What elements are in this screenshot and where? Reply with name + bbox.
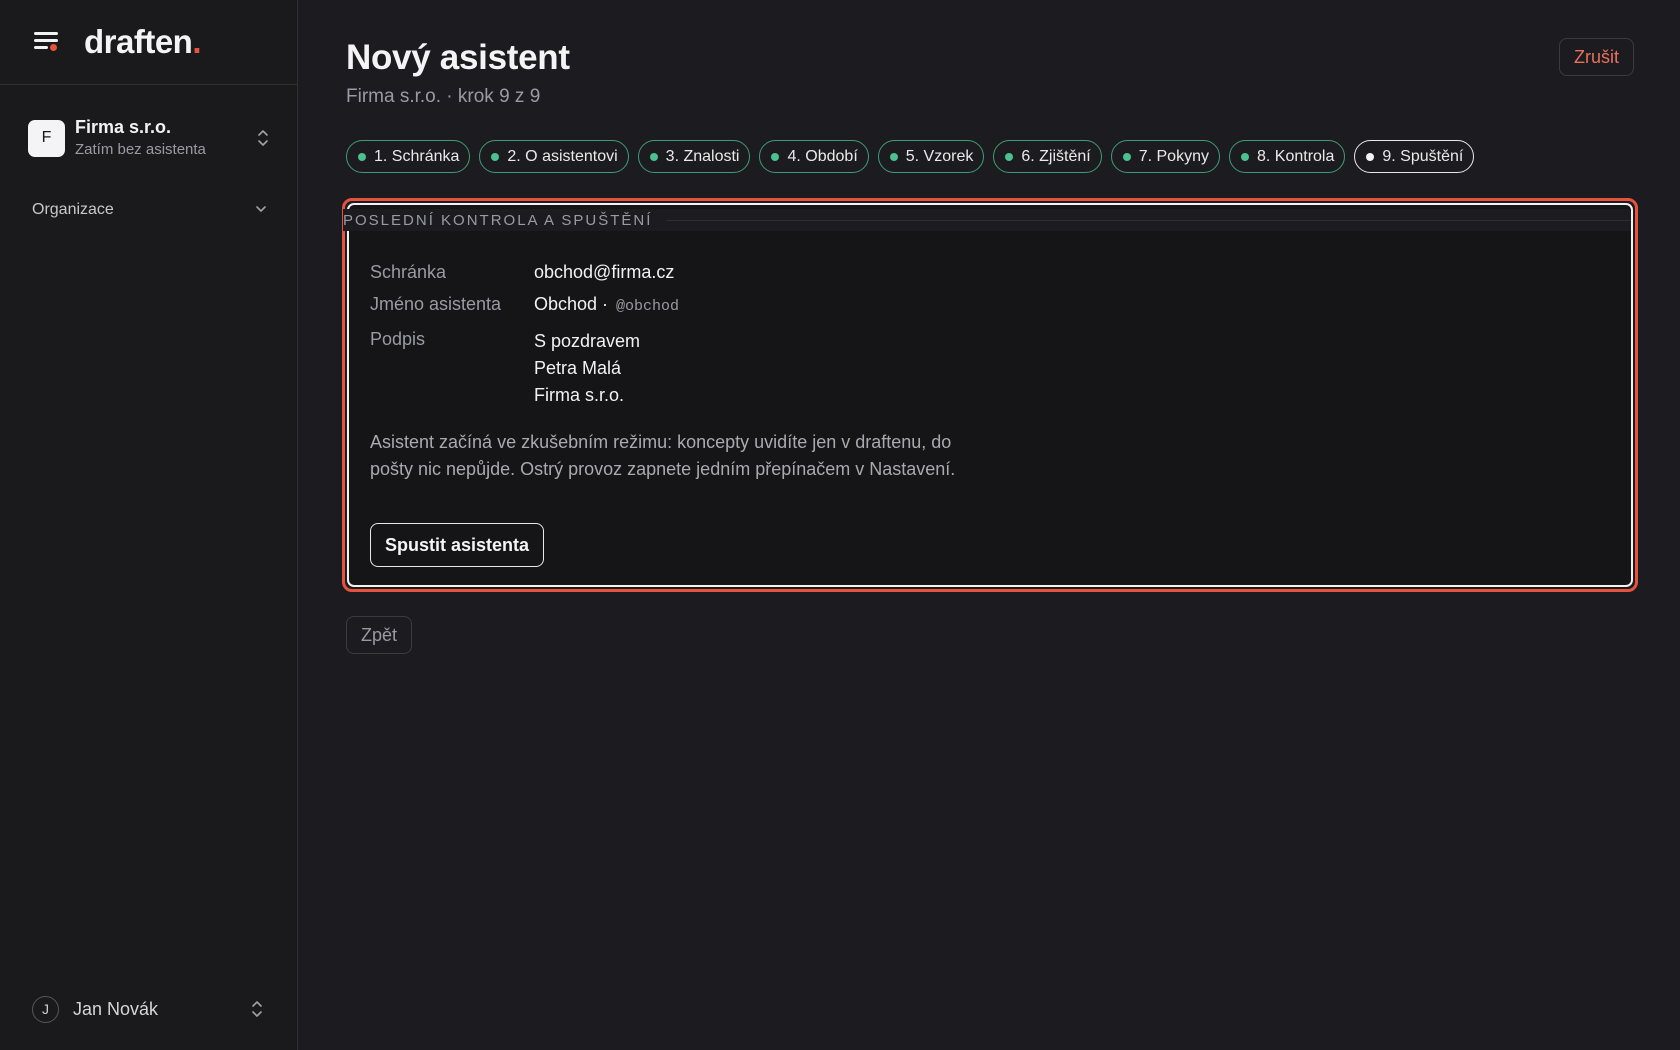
step-obdobi[interactable]: 4. Období: [759, 140, 869, 173]
step-znalosti[interactable]: 3. Znalosti: [637, 140, 751, 173]
summary-value: obchod@firma.cz: [534, 262, 675, 282]
cancel-button[interactable]: Zrušit: [1559, 38, 1634, 76]
page-title: Nový asistent: [346, 38, 570, 77]
org-switcher[interactable]: F Firma s.r.o. Zatím bez asistenta: [28, 114, 270, 162]
sidebar-section-organizace[interactable]: Organizace: [32, 198, 268, 222]
step-vzorek[interactable]: 5. Vzorek: [877, 140, 985, 173]
chevrons-up-down-icon: [256, 128, 270, 148]
sidebar-header: draften.: [0, 0, 297, 85]
step-done-dot: [1005, 152, 1014, 161]
launch-panel-highlight: POSLEDNÍ KONTROLA A SPUŠTĚNÍ Schránka ob…: [342, 198, 1638, 592]
chevrons-up-down-icon: [250, 999, 264, 1019]
trial-mode-note: Asistent začíná ve zkušebním režimu: kon…: [370, 432, 956, 479]
section-header: POSLEDNÍ KONTROLA A SPUŠTĚNÍ: [343, 209, 1631, 231]
org-subtitle: Zatím bez asistenta: [75, 141, 206, 158]
summary-row-mailbox: Schránka obchod@firma.cz: [370, 261, 679, 283]
sidebar: draften. F Firma s.r.o. Zatím bez asiste…: [0, 0, 298, 1050]
step-done-dot: [491, 152, 500, 161]
section-title: POSLEDNÍ KONTROLA A SPUŠTĚNÍ: [343, 211, 653, 229]
user-switcher[interactable]: J Jan Novák: [32, 994, 264, 1024]
summary-row-signature: Podpis S pozdravem Petra Malá Firma s.r.…: [370, 328, 679, 409]
wizard-steps: 1. Schránka 2. O asistentovi 3. Znalosti…: [346, 140, 1475, 173]
user-avatar: J: [32, 995, 59, 1023]
step-done-dot: [889, 152, 898, 161]
step-done-dot: [649, 152, 658, 161]
step-done-dot: [358, 152, 366, 161]
org-avatar: F: [28, 119, 65, 157]
menu-icon[interactable]: [32, 30, 60, 54]
step-schranka[interactable]: 1. Schránka: [346, 140, 471, 173]
signature-line: Firma s.r.o.: [534, 385, 625, 405]
step-done-dot: [1240, 152, 1249, 161]
launch-assistant-button[interactable]: Spustit asistenta: [370, 523, 545, 567]
step-done-dot: [1122, 152, 1131, 161]
assistant-handle: @obchod: [616, 298, 680, 315]
section-divider: [666, 219, 1631, 221]
step-kontrola[interactable]: 8. Kontrola: [1228, 140, 1346, 173]
org-name: Firma s.r.o.: [75, 117, 172, 137]
chevron-down-icon: [254, 201, 268, 219]
sidebar-section-label: Organizace: [32, 201, 114, 218]
summary-label: Schránka: [370, 262, 447, 282]
main-content: Nový asistent Firma s.r.o. · krok 9 z 9 …: [342, 0, 1638, 1050]
step-active-dot: [1366, 152, 1375, 161]
step-o-asistentovi[interactable]: 2. O asistentovi: [479, 140, 629, 173]
step-done-dot: [771, 152, 780, 161]
summary-value: Obchod · @obchod: [534, 294, 680, 315]
summary-row-name: Jméno asistenta Obchod · @obchod: [370, 293, 679, 318]
user-name: Jan Novák: [73, 998, 159, 1019]
summary-label: Jméno asistenta: [370, 294, 502, 314]
launch-panel: POSLEDNÍ KONTROLA A SPUŠTĚNÍ Schránka ob…: [343, 203, 1633, 587]
signature-line: Petra Malá: [534, 358, 622, 378]
step-pokyny[interactable]: 7. Pokyny: [1110, 140, 1220, 173]
page-subtitle: Firma s.r.o. · krok 9 z 9: [346, 86, 541, 107]
signature-line: S pozdravem: [534, 331, 641, 351]
summary-label: Podpis: [370, 329, 426, 349]
step-zjisteni[interactable]: 6. Zjištění: [993, 140, 1102, 173]
signature-value: S pozdravem Petra Malá Firma s.r.o.: [534, 328, 640, 409]
back-button[interactable]: Zpět: [346, 616, 413, 654]
summary-list: Schránka obchod@firma.cz Jméno asistenta…: [370, 261, 679, 419]
app-logo[interactable]: draften.: [84, 23, 201, 61]
step-spusteni[interactable]: 9. Spuštění: [1354, 140, 1475, 173]
